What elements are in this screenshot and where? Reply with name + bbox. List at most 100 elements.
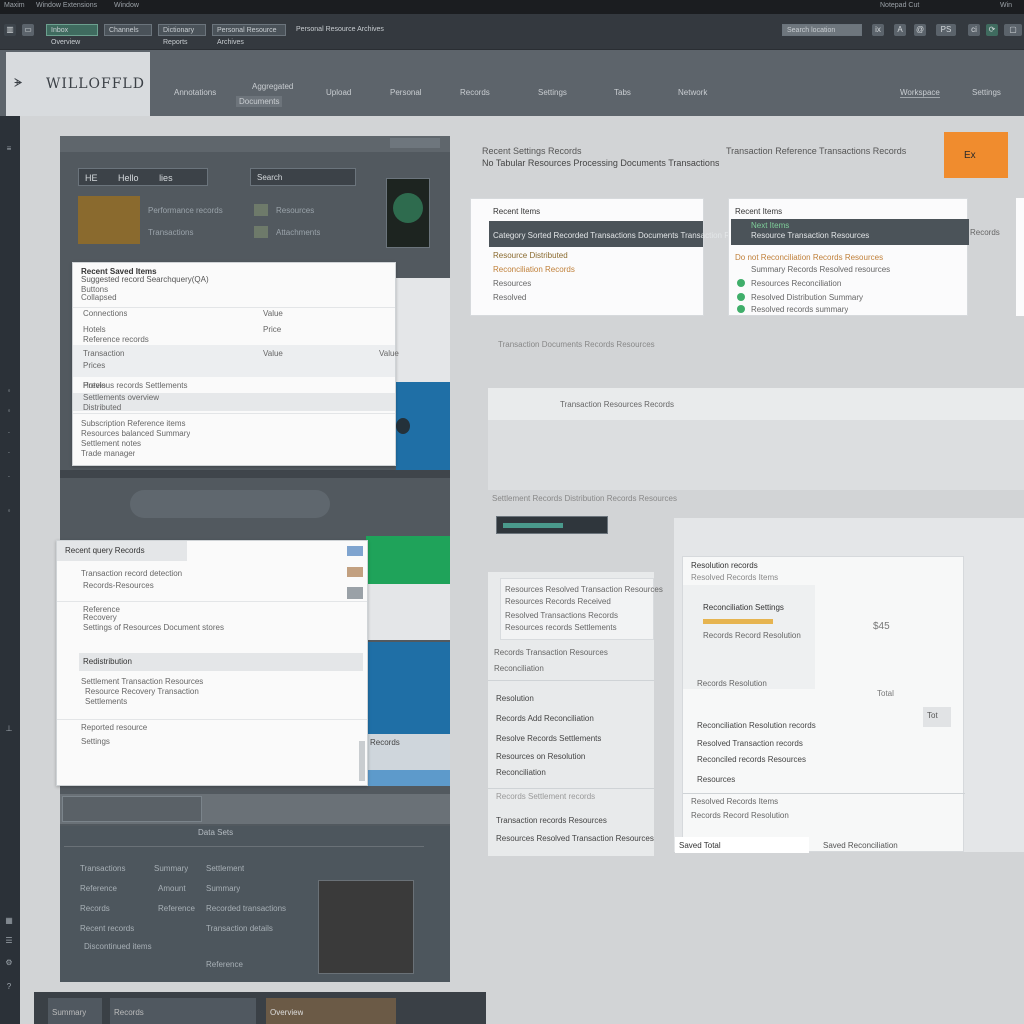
- list-line[interactable]: Records Add Reconciliation: [496, 714, 594, 724]
- titlebar-item[interactable]: Maxim: [4, 2, 25, 9]
- nav-item[interactable]: Personal: [390, 88, 422, 97]
- section-header[interactable]: Redistribution: [79, 653, 363, 671]
- filter-chip-group[interactable]: HE Hello lies: [78, 168, 208, 186]
- card-line[interactable]: Reference records: [83, 335, 149, 345]
- brand[interactable]: ᗘ WILLOFFLD: [6, 52, 150, 116]
- scrollbar[interactable]: [359, 741, 365, 781]
- titlebar-item[interactable]: Window: [114, 2, 139, 9]
- card-line[interactable]: Settlement notes: [81, 439, 141, 449]
- input-row[interactable]: Transaction Resources Records: [488, 388, 1024, 420]
- card-tab[interactable]: Recent query Records: [57, 541, 187, 561]
- detail-line[interactable]: Reconciliation Resolution records: [697, 721, 816, 731]
- bottom-tab[interactable]: Overview: [266, 998, 396, 1024]
- dot-icon[interactable]: ·: [4, 448, 14, 458]
- value-chip[interactable]: Tot: [923, 707, 951, 727]
- table-cell[interactable]: Recorded transactions: [206, 904, 286, 914]
- nav-item[interactable]: Settings: [538, 88, 567, 97]
- thumb-row[interactable]: Transactions: [148, 228, 194, 238]
- card-line[interactable]: Previous records Settlements: [83, 381, 188, 391]
- gear-icon[interactable]: ⚙: [4, 958, 14, 968]
- search-field[interactable]: Search location: [782, 24, 862, 36]
- card-line[interactable]: Settings: [81, 737, 110, 747]
- grid-icon[interactable]: ▦: [4, 916, 14, 926]
- ps-icon[interactable]: PS: [936, 24, 956, 36]
- card-line[interactable]: Reported resource: [81, 723, 147, 733]
- circle-icon[interactable]: ◦: [4, 406, 14, 416]
- panel-line[interactable]: Resolved Distribution Summary: [751, 293, 863, 303]
- table-cell[interactable]: Recent records: [80, 924, 134, 934]
- list-line[interactable]: Records Transaction Resources: [494, 648, 608, 658]
- menu-icon[interactable]: ≡: [4, 144, 14, 154]
- list-line[interactable]: Reconciliation: [494, 664, 544, 674]
- pill-control[interactable]: [130, 490, 330, 518]
- card-line[interactable]: Trade manager: [81, 449, 135, 459]
- detail-line[interactable]: Resolved Records Items: [691, 573, 778, 583]
- link-icon[interactable]: @: [914, 24, 926, 36]
- dot-icon[interactable]: ·: [4, 472, 14, 482]
- table-cell[interactable]: Discontinued items: [84, 942, 152, 952]
- panel-line[interactable]: Do not Reconciliation Records Resources: [735, 253, 883, 263]
- dot-icon[interactable]: ◦: [4, 506, 14, 516]
- thumbnail-image[interactable]: [78, 196, 140, 244]
- card-line[interactable]: Prices: [83, 361, 105, 371]
- list-line[interactable]: Resolved Transactions Records: [505, 611, 618, 621]
- table-cell[interactable]: Summary: [206, 884, 240, 894]
- sync-icon[interactable]: ⟳: [986, 24, 998, 36]
- nav-item[interactable]: Network: [678, 88, 707, 97]
- table-cell[interactable]: Transaction details: [206, 924, 273, 934]
- card-line[interactable]: Subscription Reference items: [81, 419, 186, 429]
- panel-line[interactable]: Resolved: [493, 293, 526, 303]
- list-icon[interactable]: ☰: [4, 936, 14, 946]
- card-line[interactable]: Recovery: [83, 613, 117, 623]
- help-icon[interactable]: ?: [4, 982, 14, 992]
- circle-icon[interactable]: ◦: [4, 386, 14, 396]
- card-line[interactable]: Connections: [83, 309, 127, 319]
- bottom-tab[interactable]: Summary: [48, 998, 102, 1024]
- detail-line[interactable]: Records Record Resolution: [691, 811, 789, 821]
- table-cell[interactable]: Records: [80, 904, 110, 914]
- titlebar-item[interactable]: Win: [1000, 2, 1012, 9]
- table-cell[interactable]: Amount: [158, 884, 186, 894]
- ci-icon[interactable]: ci: [968, 24, 980, 36]
- nav-item-active[interactable]: Documents: [236, 96, 283, 107]
- card-line[interactable]: Resources balanced Summary: [81, 429, 190, 439]
- app-icon[interactable]: ▥: [4, 24, 16, 36]
- card-line[interactable]: Settlement Transaction Resources: [81, 677, 203, 687]
- list-line[interactable]: Resources Resolved Transaction Resources: [505, 585, 663, 595]
- panel-line[interactable]: Resource Distributed: [493, 251, 568, 261]
- window-icon[interactable]: ▢: [1004, 24, 1022, 36]
- gray-icon[interactable]: [347, 587, 363, 599]
- checkbox-icon[interactable]: [254, 204, 268, 216]
- table-cell[interactable]: Reference: [206, 960, 243, 970]
- detail-line[interactable]: Reconciled records Resources: [697, 755, 806, 765]
- tan-icon[interactable]: [347, 567, 363, 577]
- card-line[interactable]: Hotels: [83, 325, 106, 335]
- panel-icon[interactable]: ▭: [22, 24, 34, 36]
- toolbar-button[interactable]: Inbox Overview: [46, 24, 98, 46]
- font-icon[interactable]: A: [894, 24, 906, 36]
- toolbar-button[interactable]: Channels: [104, 24, 152, 36]
- footer-chip[interactable]: Saved Total: [675, 837, 809, 853]
- preview-image[interactable]: [386, 178, 430, 248]
- toolbar-button[interactable]: Dictionary Reports: [158, 24, 206, 46]
- nav-right[interactable]: Settings: [972, 88, 1001, 97]
- pin-icon[interactable]: ⊥: [4, 724, 14, 734]
- table-cell[interactable]: Reference: [158, 904, 195, 914]
- nav-item[interactable]: Annotations: [174, 88, 216, 97]
- card-line[interactable]: Settlements overview: [83, 393, 159, 403]
- orange-badge[interactable]: Ex: [944, 132, 1008, 178]
- panel-line[interactable]: Reconciliation Records: [493, 265, 575, 275]
- titlebar-item[interactable]: Notepad Cut: [880, 2, 919, 9]
- footer-tab[interactable]: [62, 796, 202, 822]
- detail-line[interactable]: Resources: [697, 775, 735, 785]
- detail-line[interactable]: Records Resolution: [697, 679, 767, 689]
- panel-line[interactable]: Resolved records summary: [751, 305, 848, 315]
- dark-chip[interactable]: [496, 516, 608, 534]
- detail-line[interactable]: Resolved Transaction records: [697, 739, 803, 749]
- card-line[interactable]: Distributed: [83, 403, 121, 413]
- list-line[interactable]: Resources on Resolution: [496, 752, 585, 762]
- panel-line[interactable]: Resources Reconciliation: [751, 279, 841, 289]
- panel-line[interactable]: Resources: [493, 279, 531, 289]
- card-line[interactable]: Settings of Resources Document stores: [83, 623, 224, 633]
- list-line[interactable]: Transaction records Resources: [496, 816, 607, 826]
